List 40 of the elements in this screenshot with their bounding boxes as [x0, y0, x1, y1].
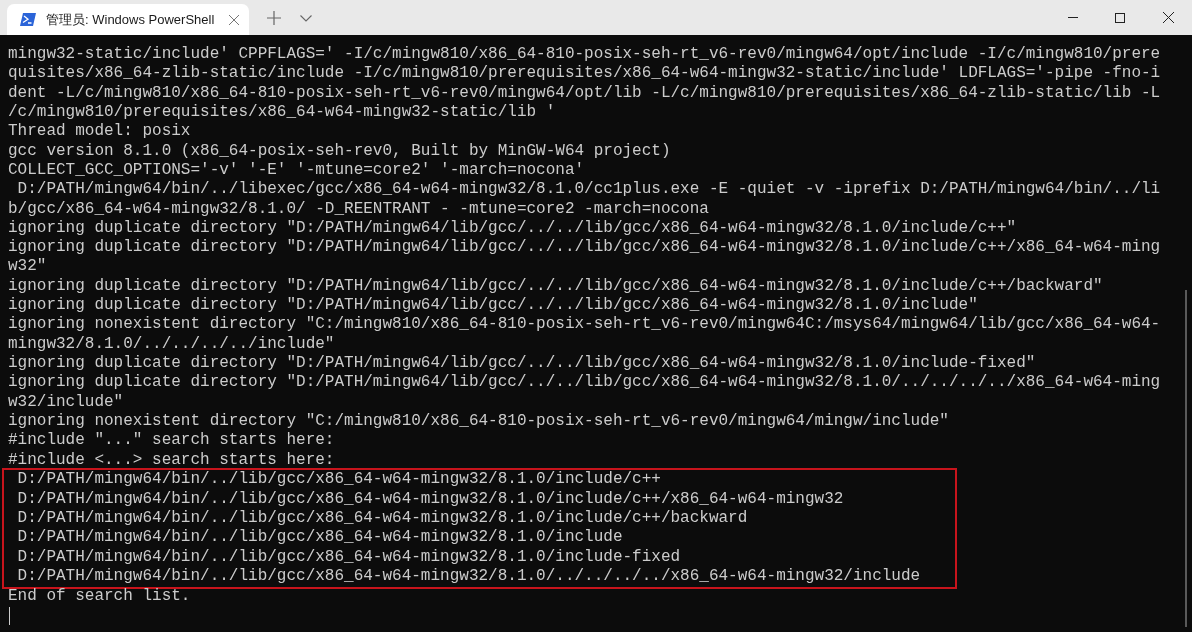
output-line: mingw32-static/include' CPPFLAGS=' -I/c/mingw810/x86_64-810-posix-seh-rt_v6-rev0/mingw64/opt/include -I/c/mingw810/prere: [8, 45, 1162, 65]
output-line: w32/include": [8, 392, 125, 412]
output-line: /c/mingw810/prerequisites/x86_64-w64-mingw32-static/lib ': [8, 102, 557, 123]
output-line: D:/PATH/mingw64/bin/../lib/gcc/x86_64-w64-mingw32/8.1.0/include/c++/backward: [16, 509, 749, 529]
output-line: ignoring nonexistent directory "C:/mingw810/x86_64-810-posix-seh-rt_v6-rev0/mingw64/mingw/include": [8, 411, 950, 432]
output-line: D:/PATH/mingw64/bin/../lib/gcc/x86_64-w64-mingw32/8.1.0/../../../../x86_64-w64-mingw32/include: [16, 566, 922, 587]
output-line: D:/PATH/mingw64/bin/../lib/gcc/x86_64-w64-mingw32/8.1.0/include/c++: [16, 470, 662, 490]
output-line: D:/PATH/mingw64/bin/../lib/gcc/x86_64-w64-mingw32/8.1.0/include: [16, 528, 624, 548]
output-line: mingw32/8.1.0/../../../../include": [8, 334, 336, 354]
output-line: quisites/x86_64-zlib-static/include -I/c/mingw810/prerequisites/x86_64-w64-mingw32-static/include' LDFLAGS='-pipe -fno-i: [8, 64, 1162, 84]
chevron-down-icon: [300, 14, 312, 22]
output-line: b/gcc/x86_64-w64-mingw32/8.1.0/ -D_REENTRANT - -mtune=core2 -march=nocona: [8, 199, 710, 219]
output-line: ignoring duplicate directory "D:/PATH/mingw64/lib/gcc/../../lib/gcc/x86_64-w64-mingw32/8.1.0/include/c++/x86_64-w64-ming: [8, 238, 1162, 258]
output-line: gcc version 8.1.0 (x86_64-posix-seh-rev0, Built by MinGW-W64 project): [8, 141, 672, 161]
scrollbar[interactable]: [1185, 290, 1187, 627]
output-line: ignoring nonexistent directory "C:/mingw810/x86_64-810-posix-seh-rt_v6-rev0/mingw64C:/msys64/mingw64/lib/gcc/x86_64-w64-: [8, 315, 1162, 335]
text-cursor: [9, 607, 10, 626]
tab-title: 管理员: Windows PowerShell: [46, 10, 216, 29]
close-icon: [1162, 12, 1174, 23]
powershell-icon: [20, 13, 36, 26]
output-line: ignoring duplicate directory "D:/PATH/mingw64/lib/gcc/../../lib/gcc/x86_64-w64-mingw32/8.1.0/include-fixed": [8, 354, 1037, 374]
output-line: #include <...> search starts here:: [8, 450, 336, 470]
output-line: End of search list.: [8, 586, 192, 607]
output-line: D:/PATH/mingw64/bin/../lib/gcc/x86_64-w64-mingw32/8.1.0/include/c++/x86_64-w64-mingw32: [16, 489, 845, 509]
maximize-icon: [1115, 12, 1125, 23]
output-line: ignoring duplicate directory "D:/PATH/mingw64/lib/gcc/../../lib/gcc/x86_64-w64-mingw32/8.1.0/../../../../x86_64-w64-ming: [8, 373, 1162, 393]
output-line: #include "..." search starts here:: [8, 431, 336, 451]
output-line: w32": [8, 257, 48, 277]
output-line: COLLECT_GCC_OPTIONS='-v' '-E' '-mtune=core2' '-march=nocona': [8, 160, 586, 181]
output-line: ignoring duplicate directory "D:/PATH/mingw64/lib/gcc/../../lib/gcc/x86_64-w64-mingw32/8.1.0/include/c++": [8, 218, 1018, 239]
plus-icon: [267, 11, 281, 25]
output-line: ignoring duplicate directory "D:/PATH/mingw64/lib/gcc/../../lib/gcc/x86_64-w64-mingw32/8.1.0/include/c++/backward": [8, 276, 1104, 297]
output-line: ignoring duplicate directory "D:/PATH/mingw64/lib/gcc/../../lib/gcc/x86_64-w64-mingw32/8.1.0/include": [8, 296, 979, 316]
minimize-icon: [1067, 17, 1078, 18]
output-line: D:/PATH/mingw64/bin/../lib/gcc/x86_64-w64-mingw32/8.1.0/include-fixed: [16, 547, 682, 567]
output-line: dent -L/c/mingw810/x86_64-810-posix-seh-rt_v6-rev0/mingw64/opt/lib -L/c/mingw810/prerequisites/x86_64-zlib-static/lib -L: [8, 83, 1162, 103]
output-line: Thread model: posix: [8, 122, 192, 142]
tab-close-icon[interactable]: [229, 14, 239, 25]
output-line: D:/PATH/mingw64/bin/../libexec/gcc/x86_64-w64-mingw32/8.1.0/cc1plus.exe -E -quiet -v -iprefix D:/PATH/mingw64/bin/../li: [16, 180, 1162, 200]
terminal-tab[interactable]: 管理员: Windows PowerShell: [7, 4, 249, 35]
